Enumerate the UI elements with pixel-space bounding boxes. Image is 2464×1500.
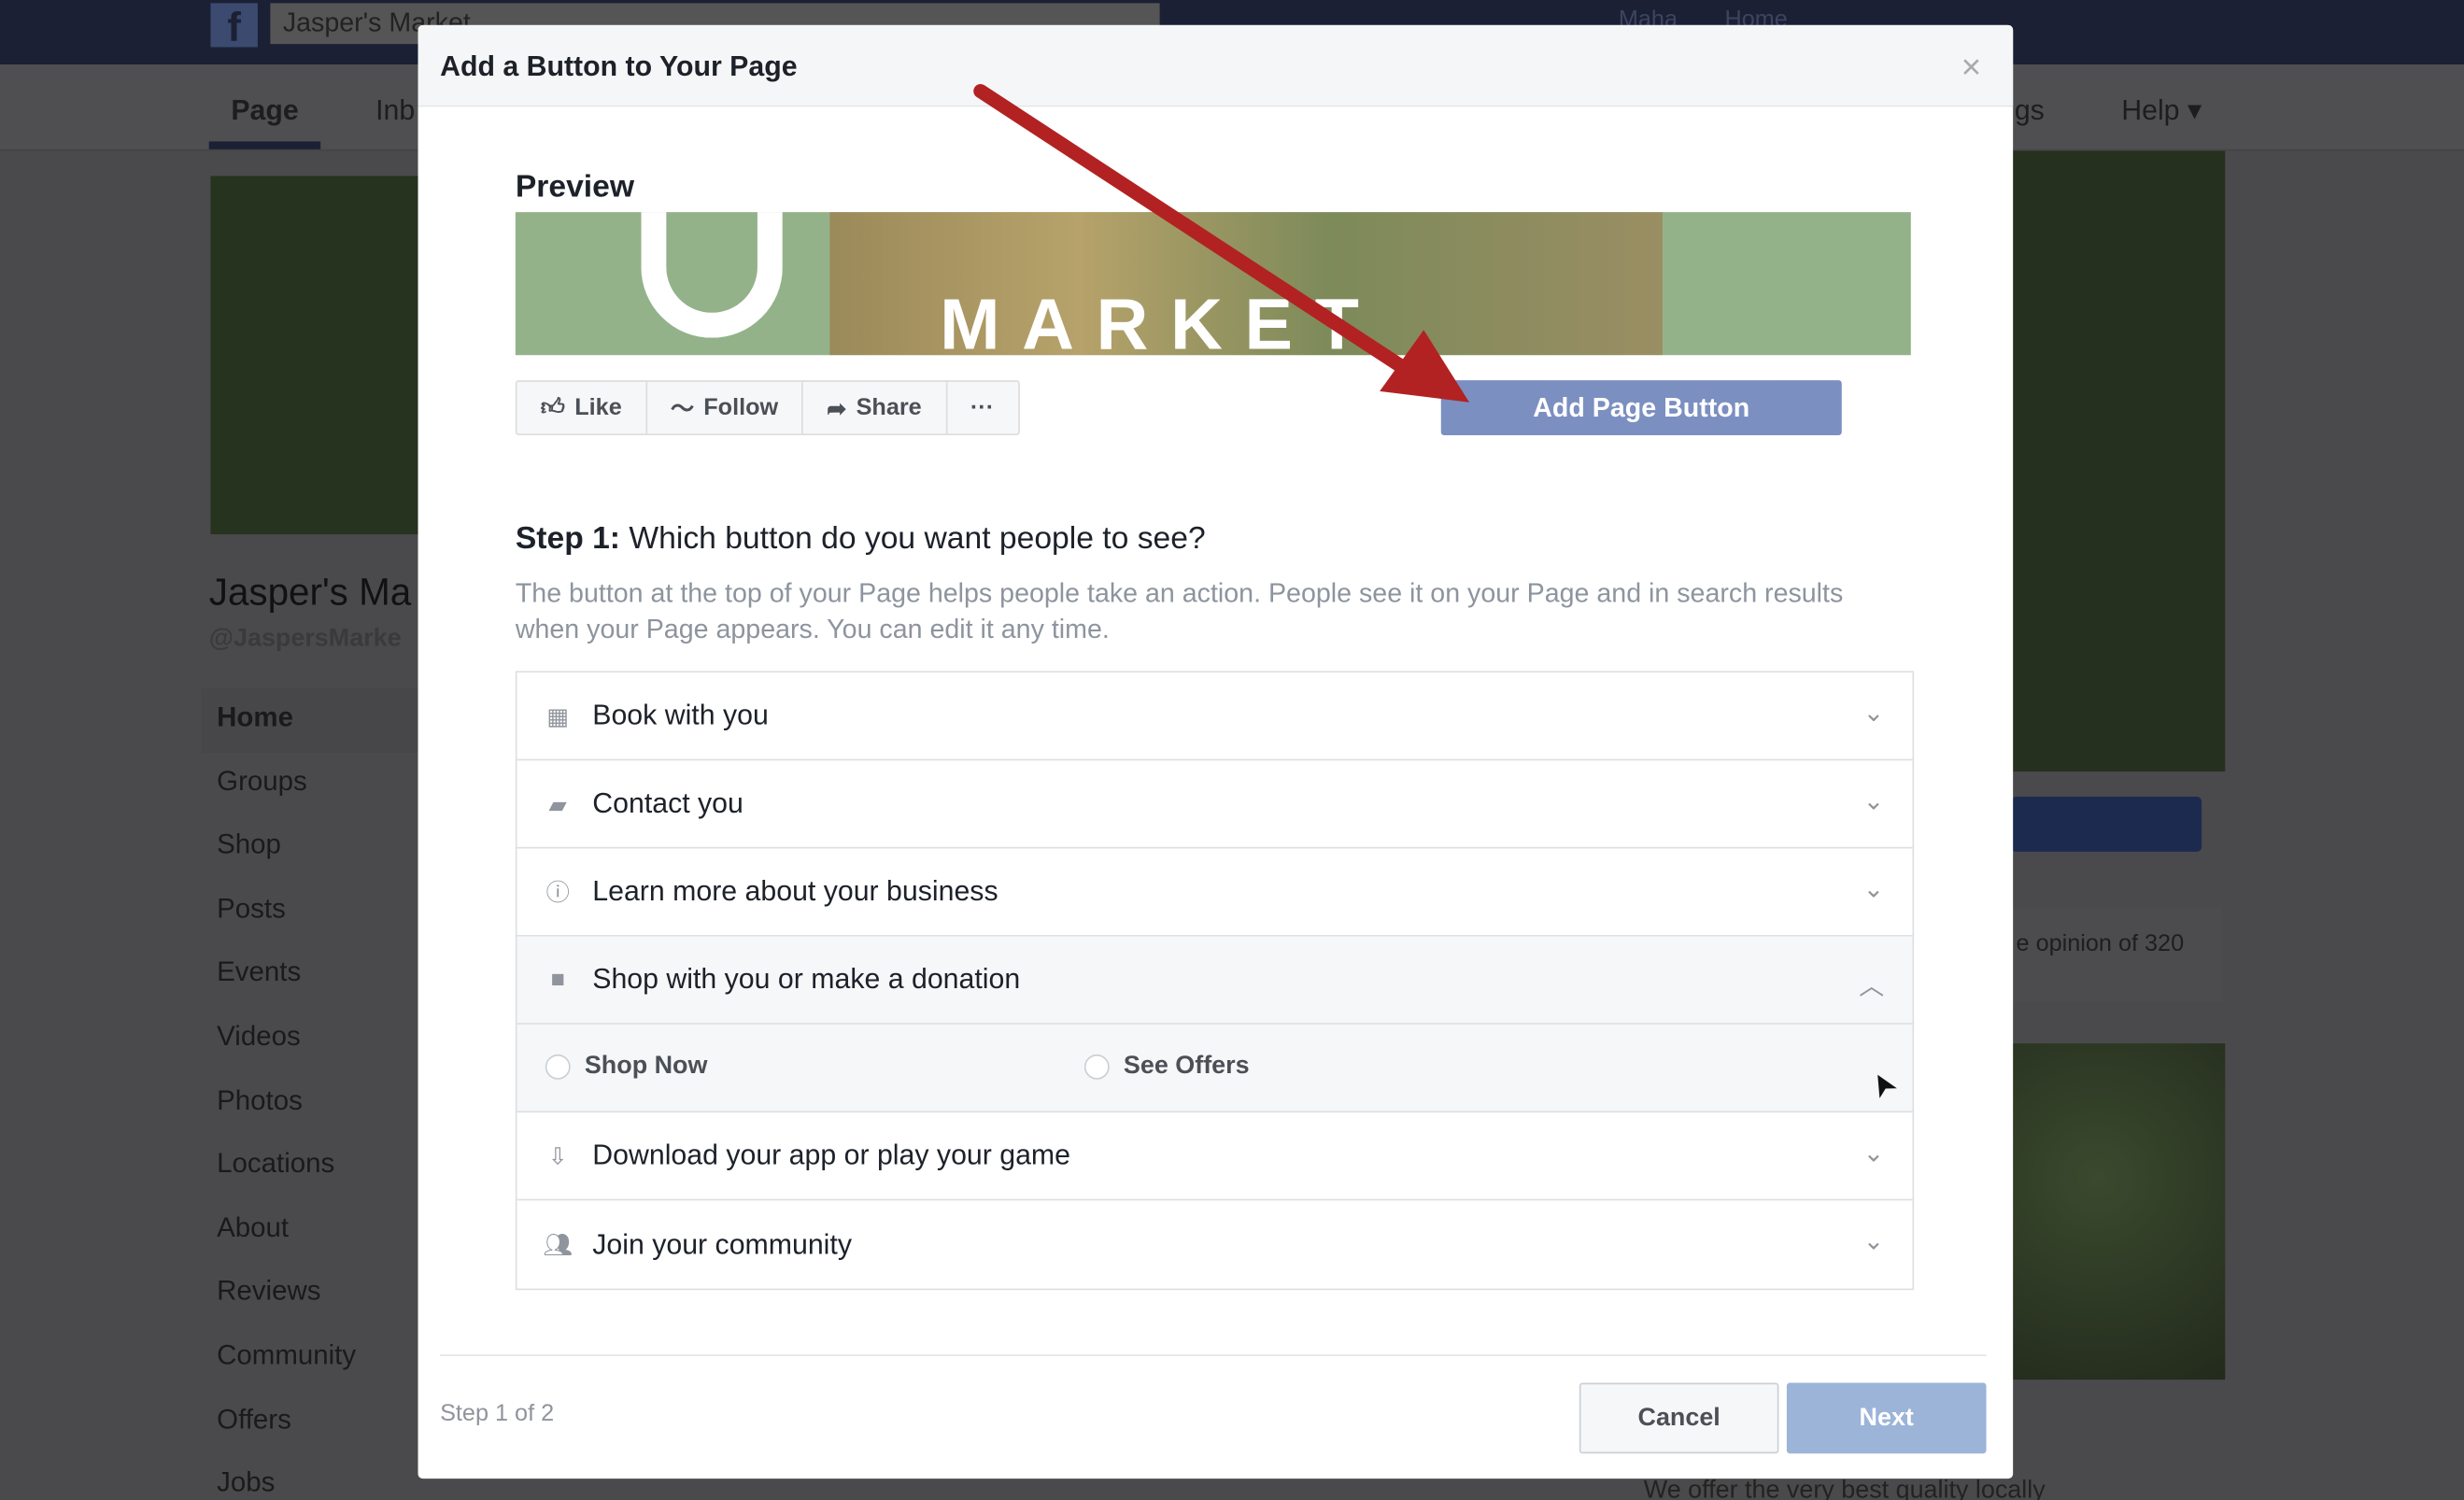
- screen: f Jasper's Market Maha Home Page Inb gs …: [0, 0, 2464, 1500]
- option-label: Join your community: [592, 1227, 852, 1260]
- like-button[interactable]: 👍︎ Like: [517, 381, 647, 434]
- tab-inbox[interactable]: Inb: [375, 94, 415, 127]
- step-label: Step 1:: [515, 521, 621, 557]
- chevron-down-icon: ⌄: [1862, 1228, 1885, 1256]
- share-button[interactable]: ➦ Share: [803, 381, 947, 434]
- sidebar-item-locations[interactable]: Locations: [201, 1135, 421, 1198]
- dialog-header: Add a Button to Your Page ×: [418, 24, 2014, 107]
- preview-heading: Preview: [515, 169, 635, 205]
- bag-icon: ■: [550, 966, 565, 994]
- sidebar-item-offers[interactable]: Offers: [201, 1390, 421, 1453]
- chat-icon: ▰: [548, 791, 567, 818]
- tab-help[interactable]: Help ▾: [2121, 94, 2202, 127]
- shop-now-label[interactable]: Shop Now: [585, 1053, 708, 1081]
- option-download[interactable]: ⇩ Download your app or play your game ⌄: [517, 1112, 1913, 1201]
- dialog-title: Add a Button to Your Page: [440, 50, 798, 82]
- add-button-dialog: Add a Button to Your Page × Preview MARK…: [418, 24, 2014, 1479]
- download-icon: ⇩: [547, 1142, 568, 1170]
- step-counter: Step 1 of 2: [440, 1400, 555, 1427]
- people-icon: 👥︎: [543, 1232, 574, 1259]
- option-learn-more[interactable]: ⓘ Learn more about your business ⌄: [517, 848, 1913, 937]
- page-handle: @JaspersMarke: [208, 625, 402, 653]
- step-description: The button at the top of your Page helps…: [515, 578, 1844, 644]
- rss-icon: 〜: [670, 395, 695, 423]
- rating-text: e opinion of 320: [2016, 929, 2185, 957]
- follow-label: Follow: [703, 394, 779, 421]
- chevron-down-icon: ⌄: [1862, 700, 1885, 728]
- calendar-icon: ▦: [546, 702, 570, 730]
- sidebar-item-home[interactable]: Home: [201, 687, 421, 753]
- chevron-down-icon: ⌄: [1862, 788, 1885, 816]
- button-options-list: ▦ Book with you ⌄ ▰ Contact you ⌄ ⓘ Learn mor…: [515, 671, 1915, 1291]
- step-question: Which button do you want people to see?: [629, 521, 1206, 557]
- option-label: Contact you: [592, 786, 743, 819]
- next-button[interactable]: Next: [1786, 1382, 1987, 1454]
- option-community[interactable]: 👥︎ Join your community ⌄: [517, 1200, 1913, 1288]
- tab-page[interactable]: Page: [231, 94, 298, 127]
- cancel-button[interactable]: Cancel: [1579, 1382, 1779, 1454]
- option-label: Download your app or play your game: [592, 1139, 1071, 1171]
- sidebar-item-posts[interactable]: Posts: [201, 880, 421, 943]
- follow-button[interactable]: 〜 Follow: [647, 381, 804, 434]
- profile-picture: [210, 176, 431, 535]
- option-label: Book with you: [592, 699, 769, 731]
- option-label: Shop with you or make a donation: [592, 963, 1021, 995]
- option-shop[interactable]: ■ Shop with you or make a donation ︿: [517, 936, 1913, 1025]
- step-heading: Step 1: Which button do you want people …: [516, 522, 1206, 559]
- more-button[interactable]: ···: [947, 382, 1018, 434]
- vegetables-photo: [2011, 1043, 2226, 1380]
- chevron-down-icon: ⌄: [1862, 1140, 1885, 1168]
- info-icon: ⓘ: [545, 880, 570, 907]
- see-offers-label[interactable]: See Offers: [1124, 1053, 1250, 1081]
- sidebar-item-community[interactable]: Community: [201, 1326, 421, 1390]
- share-icon: ➦: [827, 395, 847, 422]
- like-label: Like: [574, 394, 622, 421]
- sidebar-item-photos[interactable]: Photos: [201, 1071, 421, 1135]
- chevron-up-icon: ︿: [1859, 974, 1885, 1001]
- option-label: Learn more about your business: [592, 875, 998, 907]
- logo-letter: [641, 212, 783, 338]
- banner-logo-text: MARKET: [940, 282, 1381, 356]
- share-label: Share: [856, 394, 922, 421]
- page-cta-button[interactable]: [2011, 796, 2202, 852]
- sidebar-item-jobs[interactable]: Jobs: [201, 1453, 421, 1500]
- sidebar-item-videos[interactable]: Videos: [201, 1007, 421, 1070]
- thumbs-up-icon: 👍︎: [540, 393, 566, 421]
- close-icon[interactable]: ×: [1961, 47, 1982, 88]
- preview-action-bar: 👍︎ Like 〜 Follow ➦ Share ···: [515, 380, 1020, 436]
- active-tab-indicator: [208, 141, 321, 149]
- cover-preview: MARKET: [515, 212, 1911, 356]
- shop-sub-options: Shop Now See Offers: [517, 1024, 1913, 1113]
- facebook-logo[interactable]: f: [210, 3, 258, 50]
- sidebar-item-about[interactable]: About: [201, 1198, 421, 1262]
- sidebar: Home Groups Shop Posts Events Videos Pho…: [201, 687, 421, 1500]
- sidebar-item-shop[interactable]: Shop: [201, 815, 421, 879]
- add-page-button[interactable]: Add Page Button: [1440, 380, 1842, 436]
- shop-now-radio[interactable]: [545, 1054, 571, 1080]
- page-name: Jasper's Ma: [208, 572, 412, 615]
- about-text: We offer the very best quality locally: [1643, 1477, 2046, 1500]
- sidebar-item-events[interactable]: Events: [201, 943, 421, 1007]
- sidebar-item-reviews[interactable]: Reviews: [201, 1263, 421, 1326]
- chevron-down-icon: ⌄: [1862, 876, 1885, 904]
- sidebar-item-groups[interactable]: Groups: [201, 752, 421, 815]
- more-icon: ···: [970, 394, 995, 421]
- footer-divider: [440, 1354, 1987, 1356]
- option-contact[interactable]: ▰ Contact you ⌄: [517, 760, 1913, 849]
- see-offers-radio[interactable]: [1083, 1054, 1110, 1080]
- option-book[interactable]: ▦ Book with you ⌄: [517, 672, 1913, 761]
- cover-photo: [2011, 150, 2226, 772]
- tab-settings[interactable]: gs: [2015, 94, 2045, 127]
